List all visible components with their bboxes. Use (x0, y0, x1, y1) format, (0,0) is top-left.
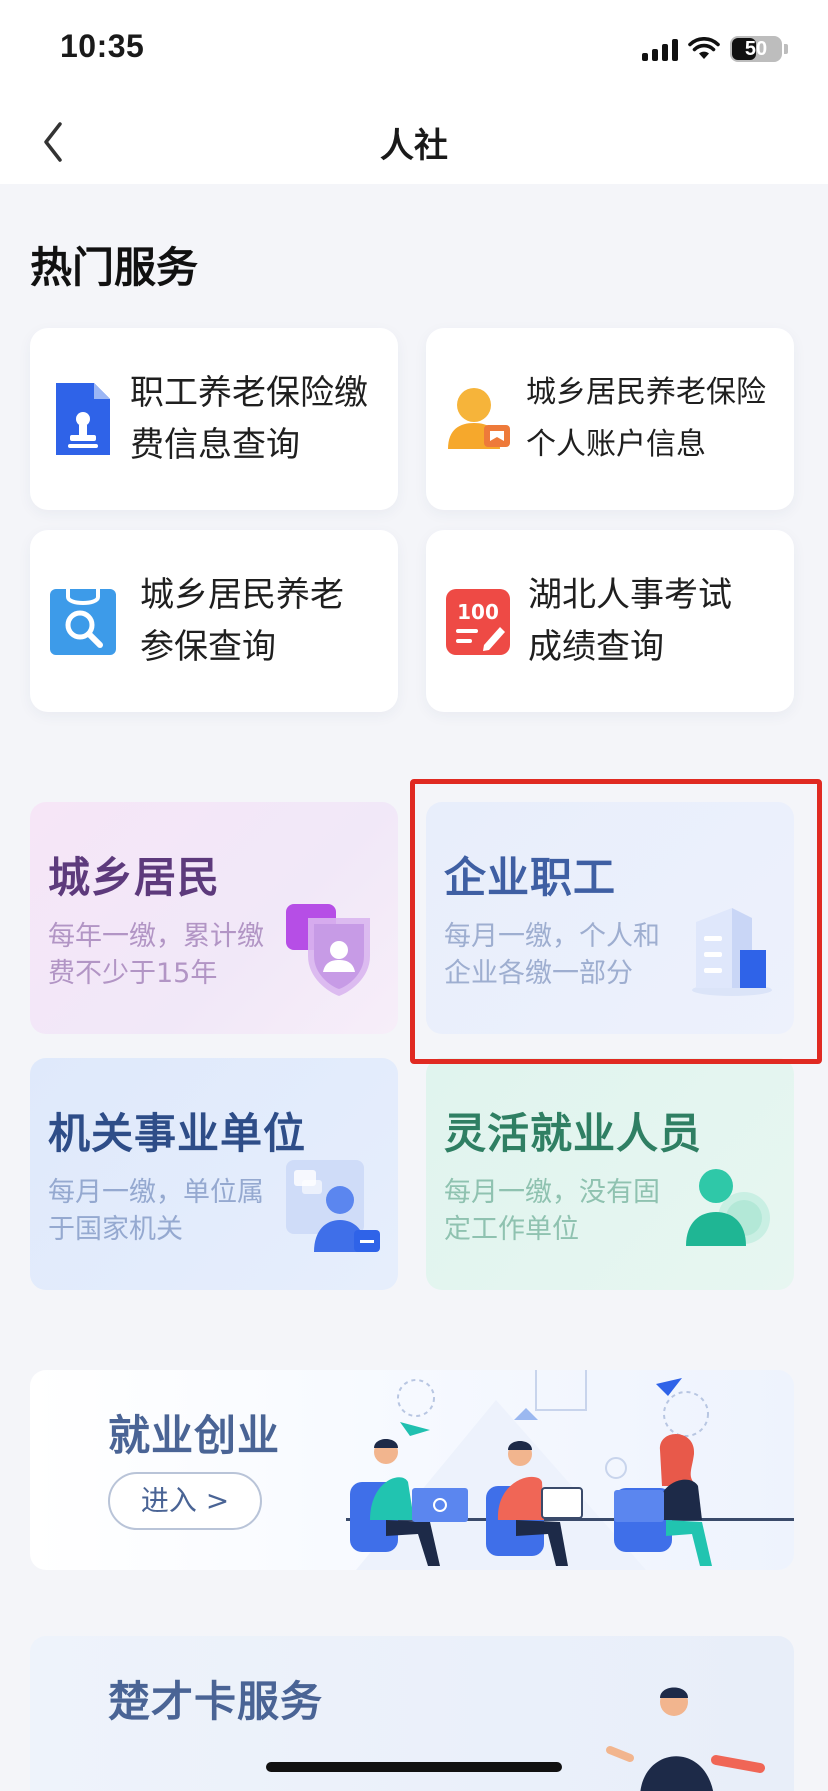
category-card-government-institutions[interactable]: 机关事业单位 每月一缴，单位属 于国家机关 (30, 1058, 398, 1290)
service-card-label: 城乡居民养老保险 个人账户信息 (526, 375, 766, 462)
nav-bar: 人社 (0, 100, 828, 184)
battery-level: 50 (744, 37, 768, 60)
category-title: 机关事业单位 (48, 1109, 307, 1158)
user-chat-icon (286, 1160, 380, 1252)
service-card-label: 湖北人事考试 成绩查询 (528, 575, 732, 667)
status-time: 10:35 (60, 28, 145, 64)
document-stamp-icon (56, 383, 110, 455)
service-card-resident-pension-account[interactable]: 城乡居民养老保险 个人账户信息 (426, 328, 794, 510)
highlight-box (410, 779, 822, 1064)
service-card-resident-pension-query[interactable]: 城乡居民养老 参保查询 (30, 530, 398, 712)
banner-title: 就业创业 (108, 1411, 281, 1460)
status-icons: 50 (642, 34, 788, 64)
office-workers-illustration (346, 1370, 794, 1570)
service-card-pension-payment[interactable]: 职工养老保险缴 费信息查询 (30, 328, 398, 510)
category-description: 每月一缴，单位属 于国家机关 (48, 1177, 264, 1245)
shield-person-icon (286, 904, 370, 996)
page-title: 人社 (380, 126, 448, 166)
category-card-flexible-employment[interactable]: 灵活就业人员 每月一缴，没有固 定工作单位 (426, 1058, 794, 1290)
category-description: 每月一缴，没有固 定工作单位 (444, 1177, 660, 1245)
service-card-exam-score[interactable]: 100 湖北人事考试 成绩查询 (426, 530, 794, 712)
svg-text:100: 100 (457, 600, 499, 624)
category-card-urban-rural-residents[interactable]: 城乡居民 每年一缴，累计缴 费不少于15年 (30, 802, 398, 1034)
section-title: 热门服务 (30, 243, 199, 292)
service-card-label: 城乡居民养老 参保查询 (140, 575, 344, 667)
service-card-label: 职工养老保险缴 费信息查询 (130, 373, 368, 465)
category-title: 城乡居民 (48, 853, 221, 902)
person-illustration (606, 1687, 765, 1791)
cellular-signal-icon (642, 37, 678, 61)
enter-button[interactable]: 进入 > (108, 1472, 262, 1530)
category-title: 灵活就业人员 (444, 1109, 703, 1158)
category-description: 每年一缴，累计缴 费不少于15年 (48, 921, 264, 989)
home-indicator[interactable] (266, 1762, 562, 1772)
person-disc-icon (686, 1169, 770, 1246)
wifi-icon (688, 37, 720, 59)
search-clipboard-icon (50, 589, 116, 655)
person-account-icon (448, 388, 510, 449)
banner-employment-entrepreneurship[interactable]: 就业创业 进入 > (30, 1370, 794, 1570)
score-100-icon: 100 (446, 589, 510, 655)
battery-cap (784, 44, 788, 54)
battery-icon: 50 (730, 36, 782, 62)
banner-title: 楚才卡服务 (108, 1677, 324, 1726)
status-bar: 10:35 50 (0, 0, 828, 100)
